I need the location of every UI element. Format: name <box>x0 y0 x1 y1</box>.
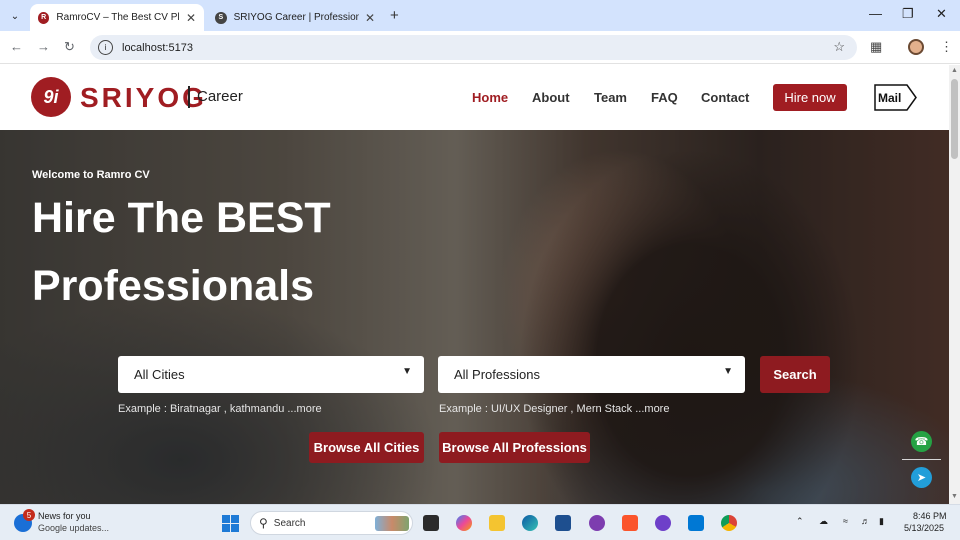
city-select-value: All Cities <box>134 367 185 382</box>
scroll-thumb[interactable] <box>951 79 958 159</box>
browser-tab-strip: ⌄ R RamroCV – The Best CV Platform ✕ S S… <box>0 0 960 31</box>
edge-icon[interactable] <box>522 515 538 531</box>
nav-team[interactable]: Team <box>594 90 627 105</box>
logo-subtitle: Career <box>197 88 243 105</box>
scroll-down-arrow-icon[interactable]: ▼ <box>951 493 958 500</box>
windows-start-icon[interactable] <box>222 515 239 532</box>
browser-toolbar: ← → ↻ i localhost:5173 ☆ <box>0 31 960 64</box>
telegram-icon[interactable]: ➤ <box>911 467 932 488</box>
browse-all-cities-button[interactable]: Browse All Cities <box>309 432 424 463</box>
url-text: localhost:5173 <box>122 41 193 54</box>
taskbar-search-placeholder: Search <box>273 517 306 529</box>
site-info-icon[interactable]: i <box>98 40 113 55</box>
whatsapp-icon[interactable]: ☎ <box>911 431 932 452</box>
taskbar-search[interactable]: ⚲ Search <box>250 511 413 535</box>
more-menu-icon[interactable]: ⋮ <box>940 39 953 55</box>
tab-title: RamroCV – The Best CV Platform <box>56 12 180 23</box>
extensions-puzzle-icon[interactable]: ▦ <box>870 39 882 55</box>
tab-search-chevron-icon[interactable]: ⌄ <box>6 7 24 25</box>
nav-about[interactable]: About <box>532 90 570 105</box>
tab-ramrocv[interactable]: R RamroCV – The Best CV Platform ✕ <box>30 4 204 31</box>
search-button[interactable]: Search <box>760 356 830 393</box>
site-header: 9i SRIYOG Career Home About Team FAQ Con… <box>0 65 949 130</box>
address-bar[interactable]: i localhost:5173 ☆ <box>90 35 857 60</box>
close-tab-icon[interactable]: ✕ <box>365 11 375 25</box>
sriyog-favicon-icon: S <box>215 11 227 24</box>
city-example-text: Example : Biratnagar , kathmandu ...more <box>118 403 322 415</box>
news-title[interactable]: News for you <box>38 511 91 521</box>
copilot-icon[interactable] <box>456 515 472 531</box>
floating-divider <box>902 459 941 460</box>
profession-select-value: All Professions <box>454 367 540 382</box>
hero-title-line2: Professionals <box>32 262 314 310</box>
back-arrow-icon[interactable]: ← <box>10 39 23 54</box>
welcome-text: Welcome to Ramro CV <box>32 169 150 181</box>
profile-avatar[interactable] <box>908 39 924 55</box>
chrome-icon[interactable] <box>721 515 737 531</box>
news-count-badge: 5 <box>23 509 35 521</box>
brave-icon[interactable] <box>622 515 638 531</box>
restore-icon[interactable]: ❐ <box>902 6 914 22</box>
page-scrollbar[interactable]: ▲ ▼ <box>949 65 960 504</box>
profession-select[interactable]: All Professions ▼ <box>438 356 745 393</box>
file-explorer-icon[interactable] <box>489 515 505 531</box>
reload-icon[interactable]: ↻ <box>64 39 75 55</box>
task-view-icon[interactable] <box>423 515 439 531</box>
chevron-down-icon: ▼ <box>723 366 733 377</box>
tray-chevron-icon[interactable]: ⌃ <box>796 516 804 527</box>
browse-all-professions-button[interactable]: Browse All Professions <box>439 432 590 463</box>
battery-icon[interactable]: ▮ <box>879 516 884 527</box>
clock-time[interactable]: 8:46 PM <box>913 511 947 521</box>
chevron-down-icon: ▼ <box>402 366 412 377</box>
profession-example-text: Example : UI/UX Designer , Mern Stack ..… <box>439 403 670 415</box>
wifi-icon[interactable]: ≈ <box>843 516 848 526</box>
minimize-icon[interactable]: — <box>869 6 882 21</box>
nav-home[interactable]: Home <box>472 90 508 105</box>
nav-faq[interactable]: FAQ <box>651 90 678 105</box>
news-subtitle[interactable]: Google updates... <box>38 523 109 533</box>
tab-title: SRIYOG Career | Professional M <box>233 12 359 23</box>
tab-sriyog-career[interactable]: S SRIYOG Career | Professional M ✕ <box>207 4 383 31</box>
mail-label: Mail <box>878 91 901 105</box>
mail-badge[interactable]: Mail <box>874 84 917 111</box>
sriyog-logo-icon[interactable]: 9i <box>31 77 71 117</box>
onedrive-icon[interactable]: ☁ <box>819 516 828 527</box>
volume-icon[interactable]: ♬ <box>861 516 870 526</box>
hero-section: Welcome to Ramro CV Hire The BEST Profes… <box>0 130 949 504</box>
clock-date[interactable]: 5/13/2025 <box>904 523 944 533</box>
windows-taskbar: 5 News for you Google updates... ⚲ Searc… <box>0 504 960 540</box>
github-desktop-icon[interactable] <box>655 515 671 531</box>
hero-title-line1: Hire The BEST <box>32 194 331 242</box>
viber-icon[interactable] <box>589 515 605 531</box>
forward-arrow-icon[interactable]: → <box>37 39 50 54</box>
store-icon[interactable] <box>555 515 571 531</box>
logo-divider <box>188 86 190 108</box>
hire-now-button[interactable]: Hire now <box>773 84 847 111</box>
city-select[interactable]: All Cities ▼ <box>118 356 424 393</box>
scroll-up-arrow-icon[interactable]: ▲ <box>951 67 958 74</box>
ramrocv-favicon-icon: R <box>38 11 50 24</box>
bookmark-star-icon[interactable]: ☆ <box>833 39 845 55</box>
close-window-icon[interactable]: ✕ <box>936 6 947 22</box>
new-tab-plus-icon[interactable]: + <box>390 7 399 24</box>
vscode-icon[interactable] <box>688 515 704 531</box>
search-highlight-icon <box>375 516 409 531</box>
search-icon: ⚲ <box>259 516 268 530</box>
close-tab-icon[interactable]: ✕ <box>186 11 196 25</box>
nav-contact[interactable]: Contact <box>701 90 749 105</box>
